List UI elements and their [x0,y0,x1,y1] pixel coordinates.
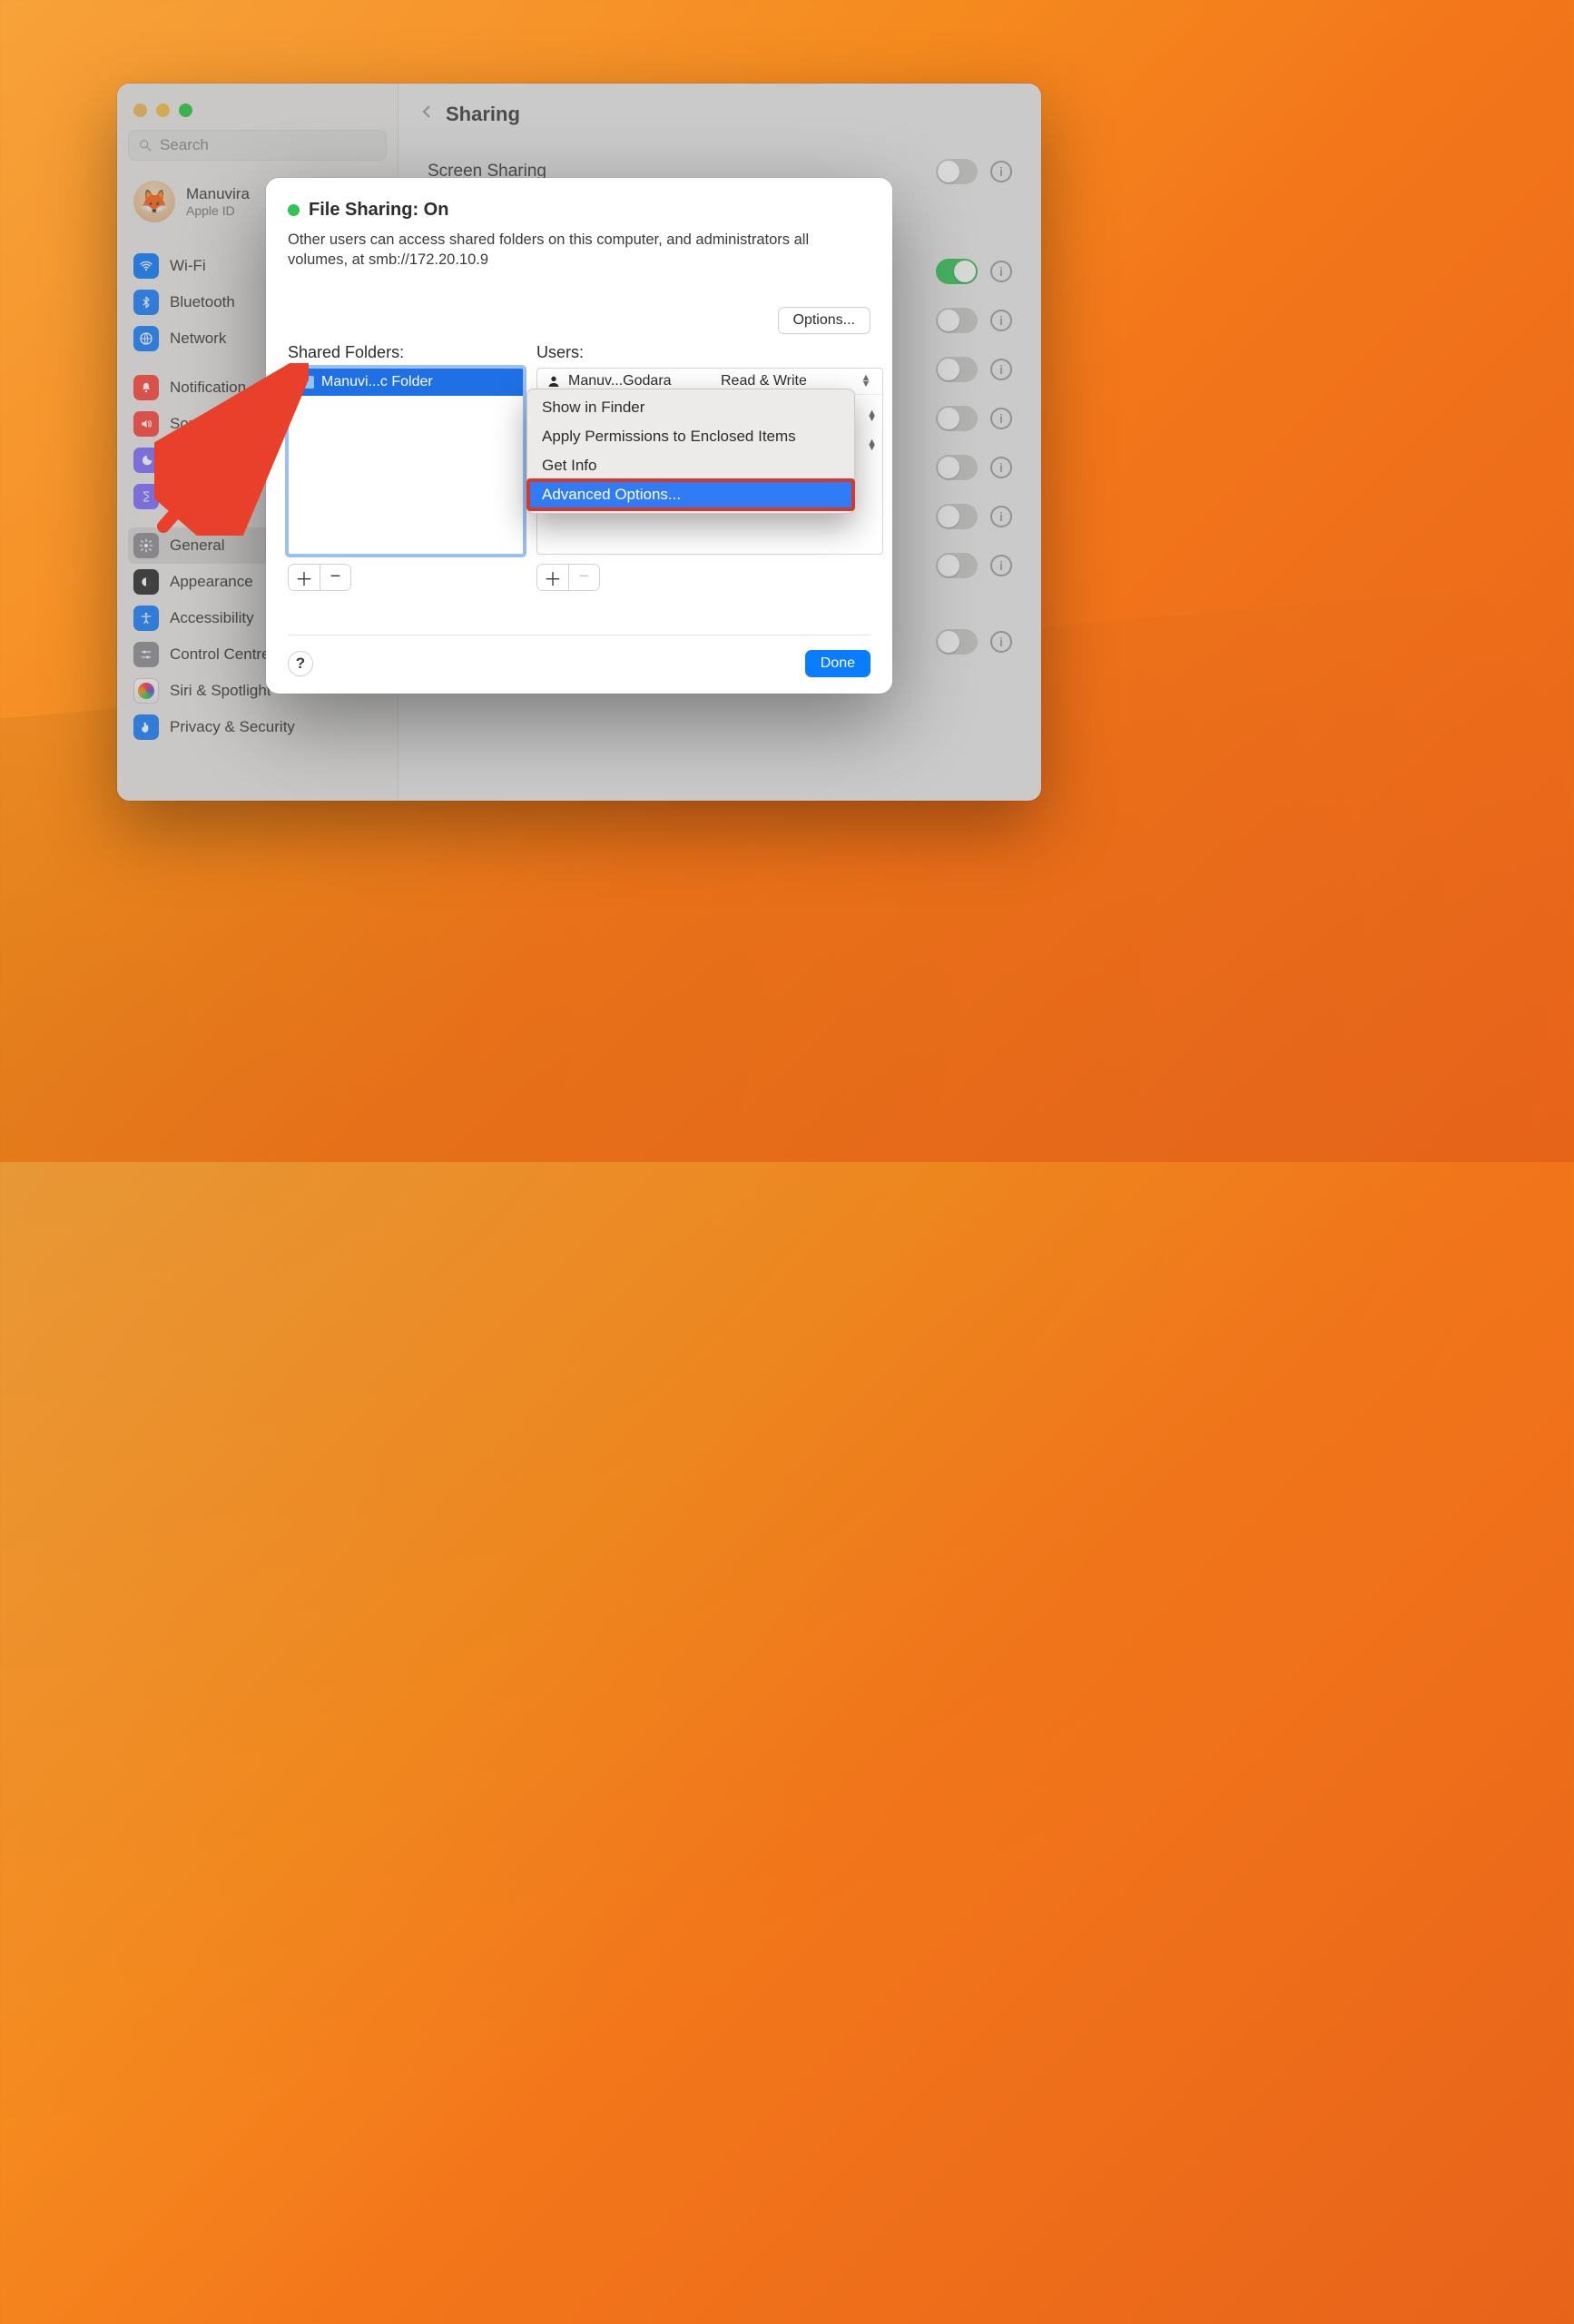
stepper-icon[interactable]: ▲▼ [857,375,875,387]
info-icon[interactable]: i [990,310,1012,331]
search-icon [138,138,152,153]
hourglass-icon [133,484,159,509]
gear-icon [133,533,159,558]
info-icon[interactable]: i [990,457,1012,478]
minimize-icon[interactable] [156,103,170,117]
permission-cell[interactable]: Read & Write [721,373,857,389]
sidebar-item-label: Wi-Fi [170,257,206,275]
folders-add-remove: ＋ − [288,564,351,591]
siri-icon [133,678,159,704]
toggle[interactable] [936,159,978,184]
toggle[interactable] [936,406,978,431]
appearance-icon [133,569,159,595]
toggle[interactable] [936,259,978,284]
ctx-get-info[interactable]: Get Info [527,451,854,480]
toggle[interactable] [936,455,978,480]
accessibility-icon [133,606,159,631]
search-input[interactable]: Search [128,130,387,161]
moon-icon [133,448,159,473]
sheet-description: Other users can access shared folders on… [288,230,871,271]
toggle[interactable] [936,308,978,333]
remove-user-button[interactable]: − [568,565,599,590]
sidebar-item-label: Appearance [170,573,253,591]
toggle[interactable] [936,357,978,382]
status-dot-icon [288,204,300,216]
folder-name: Manuvi...c Folder [321,374,433,390]
close-icon[interactable] [133,103,147,117]
speaker-icon [133,411,159,437]
bell-icon [133,375,159,400]
ctx-show-in-finder[interactable]: Show in Finder [527,393,854,422]
context-menu: Show in Finder Apply Permissions to Encl… [526,389,855,514]
info-icon[interactable]: i [990,359,1012,380]
users-label: Users: [536,343,883,362]
shared-folders-list[interactable]: Manuvi...c Folder [288,368,524,555]
sidebar-item-label: Control Centre [170,645,271,664]
stepper-icon[interactable]: ▲▼ [867,410,877,422]
sliders-icon [133,642,159,667]
page-title: Sharing [446,103,520,126]
sidebar-item-label: Focus [170,451,212,469]
ctx-apply-permissions[interactable]: Apply Permissions to Enclosed Items [527,422,854,451]
toggle[interactable] [936,629,978,655]
hand-icon [133,714,159,740]
sidebar-item-label: Network [170,330,226,348]
info-icon[interactable]: i [990,408,1012,429]
sidebar-item-label: Privacy & Security [170,718,295,736]
help-button[interactable]: ? [288,651,313,676]
options-button[interactable]: Options... [778,307,871,334]
info-icon[interactable]: i [990,506,1012,527]
sidebar-item-label: Bluetooth [170,293,235,311]
toggle[interactable] [936,504,978,529]
remove-folder-button[interactable]: − [320,565,350,590]
back-button[interactable] [418,102,435,126]
sidebar-item-label: Sound [170,415,214,433]
stepper-icon[interactable]: ▲▼ [867,439,877,451]
sheet-title: File Sharing: On [288,200,871,221]
info-icon[interactable]: i [990,631,1012,653]
toggle[interactable] [936,553,978,578]
add-user-button[interactable]: ＋ [537,565,568,590]
bluetooth-icon [133,290,159,315]
sidebar-item-label: Accessibility [170,609,254,627]
user-name-cell: Manuv...Godara [568,373,672,389]
user-sub: Apple ID [186,203,250,218]
content-header: Sharing [418,94,1021,143]
info-icon[interactable]: i [990,555,1012,576]
sidebar-item-label: Notification [170,379,246,397]
sidebar-item-label: General [170,537,224,555]
add-folder-button[interactable]: ＋ [289,565,320,590]
wifi-icon [133,253,159,279]
folder-icon [298,376,314,389]
info-icon[interactable]: i [990,161,1012,182]
shared-folders-label: Shared Folders: [288,343,524,362]
ctx-advanced-options[interactable]: Advanced Options... [527,480,854,509]
list-item[interactable]: Manuvi...c Folder [289,369,523,396]
sidebar-item-privacy[interactable]: Privacy & Security [128,709,387,745]
avatar: 🦊 [133,181,175,222]
window-controls [128,98,387,130]
globe-icon [133,326,159,351]
done-button[interactable]: Done [805,650,871,677]
user-name: Manuvira [186,185,250,203]
person-icon [546,374,561,389]
sidebar-item-label: Siri & Spotlight [170,682,271,700]
search-placeholder: Search [160,136,209,154]
zoom-icon[interactable] [179,103,192,117]
sidebar-item-label: Screen Time [170,487,256,506]
info-icon[interactable]: i [990,261,1012,282]
users-add-remove: ＋ − [536,564,600,591]
